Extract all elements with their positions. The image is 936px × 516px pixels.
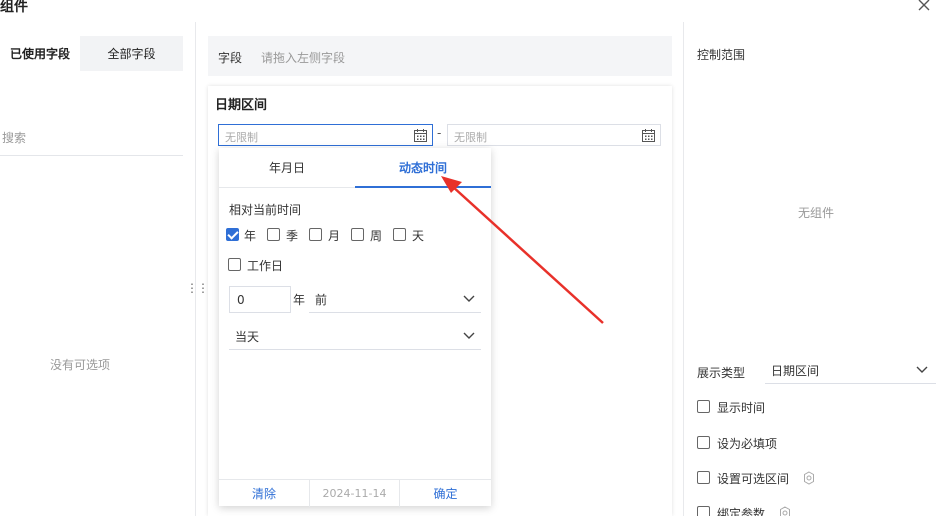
calendar-icon[interactable] [413,128,428,143]
display-type-value: 日期区间 [771,364,820,378]
unit-day-label: 天 [412,229,425,243]
direction-select[interactable]: 前 [309,285,481,313]
gear-icon[interactable] [778,506,792,516]
field-drop-hint: 请拖入左侧字段 [261,51,346,65]
anchor-select[interactable]: 当天 [229,322,481,350]
field-drop-zone[interactable]: 字段 请拖入左侧字段 [208,36,672,76]
tab-dynamic-time[interactable]: 动态时间 [355,148,491,188]
panel-divider [195,22,196,516]
workday-checkbox[interactable] [228,258,241,271]
no-component-text: 无组件 [798,206,835,220]
field-list-panel: 已使用字段 全部字段 没有可选项 [0,36,184,516]
tab-all-fields[interactable]: 全部字段 [80,36,183,71]
confirm-button[interactable]: 确定 [400,480,491,507]
drag-handle-icon[interactable]: ⋮⋮ [186,280,209,296]
bind-parameter-checkbox[interactable] [697,506,710,516]
chevron-down-icon [916,366,928,373]
unit-month-label: 月 [328,229,341,243]
tab-used-fields[interactable]: 已使用字段 [0,36,80,71]
gear-icon[interactable] [802,471,816,485]
unit-week-checkbox[interactable] [351,228,364,241]
anchor-value: 当天 [235,330,260,344]
start-date-placeholder: 无限制 [225,131,258,144]
selectable-range-label: 设置可选区间 [717,472,790,486]
end-date-input[interactable]: 无限制 [447,124,661,146]
workday-label: 工作日 [247,259,284,273]
panel-divider [683,22,684,516]
start-date-input[interactable]: 无限制 [218,124,433,146]
dialog-header: 组件 [0,0,936,22]
offset-unit-label: 年 [293,293,306,307]
tab-year-month-day[interactable]: 年月日 [219,148,355,188]
offset-number-input[interactable] [229,286,291,313]
option-show-time[interactable]: 显示时间 [697,397,817,417]
empty-options-text: 没有可选项 [49,358,110,372]
option-bind-parameter[interactable]: 绑定参数 [697,503,807,516]
field-search-input[interactable] [0,120,183,156]
show-time-checkbox[interactable] [697,400,710,413]
unit-day-checkbox[interactable] [393,228,406,241]
close-icon[interactable] [915,0,933,14]
unit-year-label: 年 [244,229,257,243]
option-required[interactable]: 设为必填项 [697,433,817,453]
chevron-down-icon [463,332,475,339]
direction-value: 前 [315,293,328,307]
unit-quarter-checkbox[interactable] [267,228,280,241]
required-checkbox[interactable] [697,436,710,449]
unit-week-label: 周 [370,229,383,243]
unit-quarter-label: 季 [286,229,299,243]
display-type-select[interactable]: 日期区间 [765,356,936,384]
option-selectable-range[interactable]: 设置可选区间 [697,468,827,488]
field-label: 字段 [218,51,243,65]
show-time-label: 显示时间 [717,401,766,415]
component-title: 日期区间 [215,98,268,113]
dialog-title: 组件 [0,0,28,15]
picker-footer: 清除 2024-11-14 确定 [219,479,491,507]
chevron-down-icon [463,295,475,302]
current-date-display: 2024-11-14 [310,480,400,507]
required-label: 设为必填项 [717,437,778,451]
control-scope-label: 控制范围 [697,48,746,62]
date-range-separator: - [437,126,442,140]
end-date-placeholder: 无限制 [454,131,487,144]
relative-time-label: 相对当前时间 [229,203,302,217]
bind-parameter-label: 绑定参数 [717,507,766,516]
calendar-icon[interactable] [641,128,656,143]
unit-year-checkbox[interactable] [226,228,239,241]
clear-button[interactable]: 清除 [219,480,310,507]
unit-month-checkbox[interactable] [309,228,322,241]
display-type-label: 展示类型 [697,366,746,380]
date-picker-popup: 年月日 动态时间 相对当前时间 年 季 月 周 天 工作日 年 前 当天 清除 … [219,148,491,507]
selectable-range-checkbox[interactable] [697,471,710,484]
